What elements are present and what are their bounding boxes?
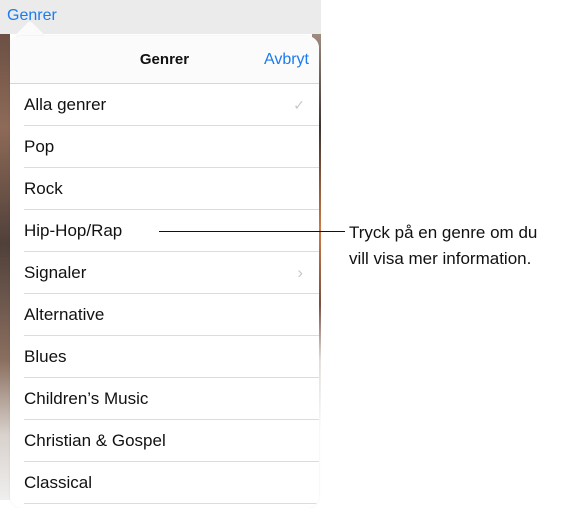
- cancel-button[interactable]: Avbryt: [264, 51, 309, 69]
- checkmark-icon: ✓: [293, 97, 305, 113]
- genre-label: Rock: [24, 179, 63, 198]
- genre-item-alternative[interactable]: Alternative: [10, 294, 319, 336]
- genre-label: Children’s Music: [24, 389, 149, 408]
- genres-popover: Genrer Avbryt Alla genrer ✓ Pop Rock Hip…: [10, 36, 319, 508]
- genre-label: Christian & Gospel: [24, 431, 166, 450]
- callout-annotation: Tryck på en genre om du vill visa mer in…: [349, 220, 537, 272]
- background-content-left: [0, 34, 10, 500]
- popover-header: Genrer Avbryt: [10, 36, 319, 84]
- genre-label: Alternative: [24, 305, 105, 324]
- genre-label: Classical: [24, 473, 93, 492]
- genre-item-childrens-music[interactable]: Children’s Music: [10, 378, 319, 420]
- genre-label: Hip-Hop/Rap: [24, 221, 123, 240]
- genre-item-all[interactable]: Alla genrer ✓: [10, 84, 319, 126]
- chevron-right-icon: ›: [297, 263, 303, 282]
- genre-item-pop[interactable]: Pop: [10, 126, 319, 168]
- callout-line-1: Tryck på en genre om du: [349, 223, 538, 242]
- genre-label: Pop: [24, 137, 55, 156]
- genre-item-classical[interactable]: Classical: [10, 462, 319, 504]
- callout-leader-line: [159, 231, 345, 232]
- genre-item-blues[interactable]: Blues: [10, 336, 319, 378]
- genre-list: Alla genrer ✓ Pop Rock Hip-Hop/Rap Signa…: [10, 84, 319, 504]
- genre-item-rock[interactable]: Rock: [10, 168, 319, 210]
- genre-item-signaler[interactable]: Signaler ›: [10, 252, 319, 294]
- genre-item-christian-gospel[interactable]: Christian & Gospel: [10, 420, 319, 462]
- genre-label: Blues: [24, 347, 67, 366]
- genre-label: Signaler: [24, 263, 87, 282]
- callout-line-2: vill visa mer information.: [349, 249, 532, 268]
- background-toolbar: Genrer: [0, 0, 321, 34]
- genre-label: Alla genrer: [24, 95, 107, 114]
